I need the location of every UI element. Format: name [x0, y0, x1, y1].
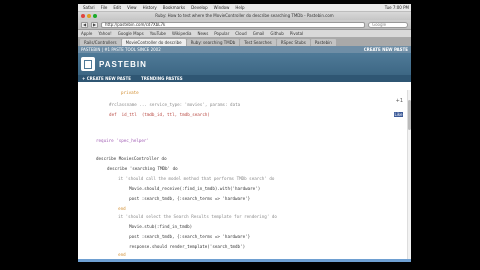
browser-tab[interactable]: Test Searches: [240, 39, 276, 46]
code-line: #rclassname ... service_type: 'movies', …: [104, 102, 241, 107]
scrollbar[interactable]: [407, 90, 411, 262]
pastebin-logo-icon[interactable]: [81, 57, 95, 71]
pastebin-topbar: PASTEBIN | #1 PASTE TOOL SINCE 2002 CREA…: [78, 46, 411, 53]
address-bar[interactable]: http://pastebin.com/cd7XbL7k: [101, 21, 365, 28]
menu-view[interactable]: View: [127, 5, 137, 10]
pastebin-nav: + CREATE NEW PASTE TRENDING PASTES: [78, 75, 411, 82]
facebook-like-button[interactable]: Like: [394, 112, 403, 117]
code-line: private: [116, 90, 139, 95]
nav-trending-pastes[interactable]: TRENDING PASTES: [141, 76, 183, 81]
menu-edit[interactable]: Edit: [113, 5, 121, 10]
bookmark-item[interactable]: News: [197, 31, 208, 36]
bookmark-item[interactable]: Google Maps: [118, 31, 144, 36]
menu-history[interactable]: History: [143, 5, 157, 10]
code-line: post :search_tmdb, {:search_terms => 'ha…: [114, 196, 251, 201]
browser-tab[interactable]: Rails/Controllers: [80, 39, 121, 46]
menu-bookmarks[interactable]: Bookmarks: [163, 5, 185, 10]
pastebin-banner: PASTEBIN: [78, 53, 411, 75]
google-plus-button[interactable]: +1: [396, 98, 403, 104]
pastebin-tagline: PASTEBIN | #1 PASTE TOOL SINCE 2002: [81, 47, 161, 52]
menu-file[interactable]: File: [101, 5, 108, 10]
bookmarks-bar: Apple Yahoo! Google Maps YouTube Wikiped…: [78, 30, 411, 38]
code-line: describe 'searching TMDb' do: [102, 166, 178, 171]
menubar: Safari File Edit View History Bookmarks …: [78, 4, 411, 12]
bookmark-item[interactable]: Popular: [214, 31, 229, 36]
bookmark-item[interactable]: Pivotal: [290, 31, 303, 36]
bookmark-item[interactable]: Yahoo!: [98, 31, 111, 36]
code-area: private #rclassname ... service_type: 'm…: [78, 90, 411, 262]
window-title: Ruby: How to test where the MovieControl…: [155, 13, 334, 18]
close-window-icon[interactable]: [81, 14, 85, 18]
code-line: it 'should select the Search Results tem…: [108, 214, 277, 219]
bookmark-item[interactable]: Apple: [81, 31, 92, 36]
minimize-window-icon[interactable]: [87, 14, 91, 18]
browser-tab[interactable]: Ruby: searching TMDb: [186, 39, 240, 46]
code-line: Movie.should_receive(:find_in_tmdb).with…: [114, 186, 261, 191]
bookmark-item[interactable]: Cloud: [235, 31, 246, 36]
bookmark-item[interactable]: Wikipedia: [172, 31, 192, 36]
window-controls: [81, 14, 97, 18]
menu-safari[interactable]: Safari: [83, 5, 95, 10]
scrollbar-thumb[interactable]: [408, 100, 411, 130]
code-line: end: [108, 252, 126, 257]
code-line: require 'spec_helper': [96, 138, 149, 143]
zoom-window-icon[interactable]: [93, 14, 97, 18]
bottom-strip: [78, 259, 411, 262]
code-line: post :search_tmdb, {:search_terms => 'ha…: [114, 234, 251, 239]
code-line: it 'should call the model method that pe…: [108, 176, 275, 181]
bookmark-item[interactable]: Gmail: [253, 31, 265, 36]
code-line: describe MoviesController do: [96, 156, 167, 161]
browser-screen: Safari File Edit View History Bookmarks …: [78, 4, 411, 262]
browser-tab[interactable]: RSpec Stubs: [276, 39, 310, 46]
back-button[interactable]: ◀: [81, 21, 88, 28]
menu-help[interactable]: Help: [235, 5, 244, 10]
tab-bar: Rails/Controllers MovieController do des…: [78, 38, 411, 46]
nav-create-new-paste[interactable]: + CREATE NEW PASTE: [82, 76, 131, 81]
window-titlebar: Ruby: How to test where the MovieControl…: [78, 12, 411, 20]
browser-tab-active[interactable]: MovieController do describe: [121, 39, 186, 46]
code-line: end: [108, 206, 126, 211]
menubar-clock: Tue 7:00 PM: [384, 5, 409, 10]
code-line: response.should render_template('search_…: [114, 244, 246, 249]
pastebin-logo[interactable]: PASTEBIN: [99, 60, 147, 69]
forward-button[interactable]: ▶: [91, 21, 98, 28]
create-new-paste-link[interactable]: CREATE NEW PASTE: [364, 47, 408, 52]
code-line: def id_ttl (tmdb_id, ttl, tmdb_search): [104, 112, 210, 117]
search-input[interactable]: Google: [368, 21, 408, 28]
browser-toolbar: ◀ ▶ http://pastebin.com/cd7XbL7k Google: [78, 20, 411, 30]
bookmark-item[interactable]: Github: [270, 31, 283, 36]
code-line: Movie.stub(:find_in_tmdb): [114, 224, 193, 229]
browser-tab[interactable]: Pastebin: [310, 39, 336, 46]
menu-window[interactable]: Window: [214, 5, 230, 10]
menu-develop[interactable]: Develop: [191, 5, 207, 10]
bookmark-item[interactable]: YouTube: [150, 31, 166, 36]
